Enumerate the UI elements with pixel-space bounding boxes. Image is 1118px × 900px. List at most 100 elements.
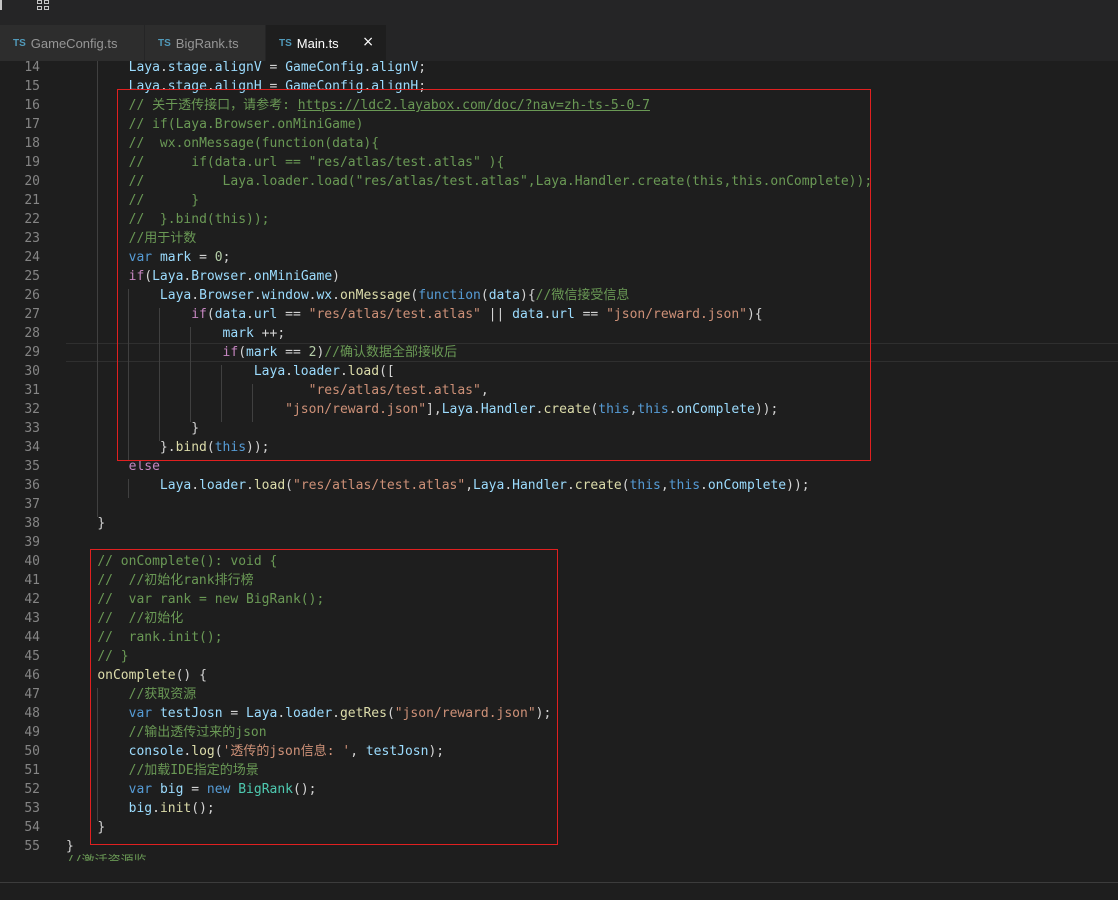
line-number: 41 [24, 573, 40, 588]
qr-code-icon[interactable] [37, 0, 53, 12]
line-number: 36 [24, 478, 40, 493]
code-token: . [246, 478, 254, 493]
code-line[interactable]: 38 } [0, 514, 1118, 533]
code-line[interactable]: 36 Laya.loader.load("res/atlas/test.atla… [0, 476, 1118, 495]
code-token: , [660, 478, 669, 493]
line-number: 34 [24, 440, 40, 455]
line-number: 35 [24, 459, 40, 474]
line-number: 55 [24, 839, 40, 854]
code-token: } [97, 516, 106, 531]
code-token: Handler [512, 478, 567, 493]
partial-code-line: //激活资源监 [66, 852, 147, 861]
code-token: ; [418, 61, 427, 75]
code-token: create [574, 478, 622, 493]
line-number: 30 [24, 364, 40, 379]
tab-label: Main.ts [296, 35, 339, 51]
close-icon[interactable]: × [362, 34, 374, 50]
code-token: GameConfig [285, 61, 364, 75]
code-token: alignV [214, 61, 262, 75]
code-token: onComplete [707, 478, 787, 493]
top-toolbar [0, 0, 1118, 25]
line-number: 20 [24, 174, 40, 189]
code-token: . [191, 478, 200, 493]
code-token: Laya [159, 478, 192, 493]
typescript-icon: TS [13, 37, 26, 49]
tab-main[interactable]: TS Main.ts × [266, 25, 387, 61]
code-token: Laya [128, 61, 160, 75]
line-number: 44 [24, 630, 40, 645]
code-text: Laya.loader.load("res/atlas/test.atlas",… [66, 476, 810, 495]
line-number: 42 [24, 592, 40, 607]
editor-bottom-area: //激活资源监 [0, 854, 1118, 900]
line-number: 28 [24, 326, 40, 341]
typescript-icon: TS [279, 37, 292, 49]
code-token: this [668, 478, 701, 493]
line-number: 48 [24, 706, 40, 721]
line-number: 22 [24, 212, 40, 227]
line-number: 18 [24, 136, 40, 151]
line-number: 31 [24, 383, 40, 398]
code-token: else [128, 459, 160, 474]
explorer-icon[interactable] [0, 0, 4, 10]
line-number: 54 [24, 820, 40, 835]
code-token: stage [167, 61, 207, 75]
panel-divider [0, 882, 1118, 883]
code-token: . [206, 61, 215, 75]
code-token: = [261, 61, 286, 75]
line-number: 15 [24, 79, 40, 94]
line-number: 16 [24, 98, 40, 113]
code-token: Laya [473, 478, 505, 493]
tab-label: BigRank.ts [175, 35, 239, 51]
line-number: 23 [24, 231, 40, 246]
code-token: load [253, 478, 286, 493]
line-number: 40 [24, 554, 40, 569]
line-number: 26 [24, 288, 40, 303]
code-text: Laya.stage.alignV = GameConfig.alignV; [66, 61, 426, 77]
line-number: 29 [24, 345, 40, 360]
line-number: 27 [24, 307, 40, 322]
line-number: 25 [24, 269, 40, 284]
tab-label: GameConfig.ts [30, 35, 118, 51]
line-number: 21 [24, 193, 40, 208]
code-token: loader [199, 478, 247, 493]
line-number: 17 [24, 117, 40, 132]
tab-bigrank[interactable]: TS BigRank.ts [145, 25, 266, 61]
line-number: 38 [24, 516, 40, 531]
code-token: ( [285, 478, 293, 493]
code-token: , [465, 478, 474, 493]
code-text: } [66, 514, 105, 533]
line-number: 37 [24, 497, 40, 512]
line-number: 51 [24, 763, 40, 778]
line-number: 19 [24, 155, 40, 170]
editor-tab-bar: TS GameConfig.ts TS BigRank.ts TS Main.t… [0, 25, 1118, 61]
code-token: alignV [371, 61, 419, 75]
code-token: . [566, 478, 575, 493]
line-number: 45 [24, 649, 40, 664]
line-number: 49 [24, 725, 40, 740]
tab-gameconfig[interactable]: TS GameConfig.ts [0, 25, 145, 61]
line-number: 43 [24, 611, 40, 626]
code-token: . [504, 478, 513, 493]
line-number: 46 [24, 668, 40, 683]
code-line[interactable]: 14 Laya.stage.alignV = GameConfig.alignV… [0, 61, 1118, 77]
annotation-box-message-handler [117, 89, 871, 461]
line-number: 47 [24, 687, 40, 702]
code-token: . [159, 61, 168, 75]
line-number: 50 [24, 744, 40, 759]
code-token: this [629, 478, 661, 493]
code-token: . [700, 478, 708, 493]
typescript-icon: TS [158, 37, 171, 49]
annotation-box-oncomplete [90, 549, 558, 845]
code-token: )); [786, 478, 810, 493]
line-number: 14 [24, 61, 40, 75]
code-token: ( [621, 478, 630, 493]
code-line[interactable]: 37 [0, 495, 1118, 514]
line-number: 39 [24, 535, 40, 550]
line-number: 33 [24, 421, 40, 436]
line-number: 24 [24, 250, 40, 265]
code-token: "res/atlas/test.atlas" [293, 478, 466, 493]
